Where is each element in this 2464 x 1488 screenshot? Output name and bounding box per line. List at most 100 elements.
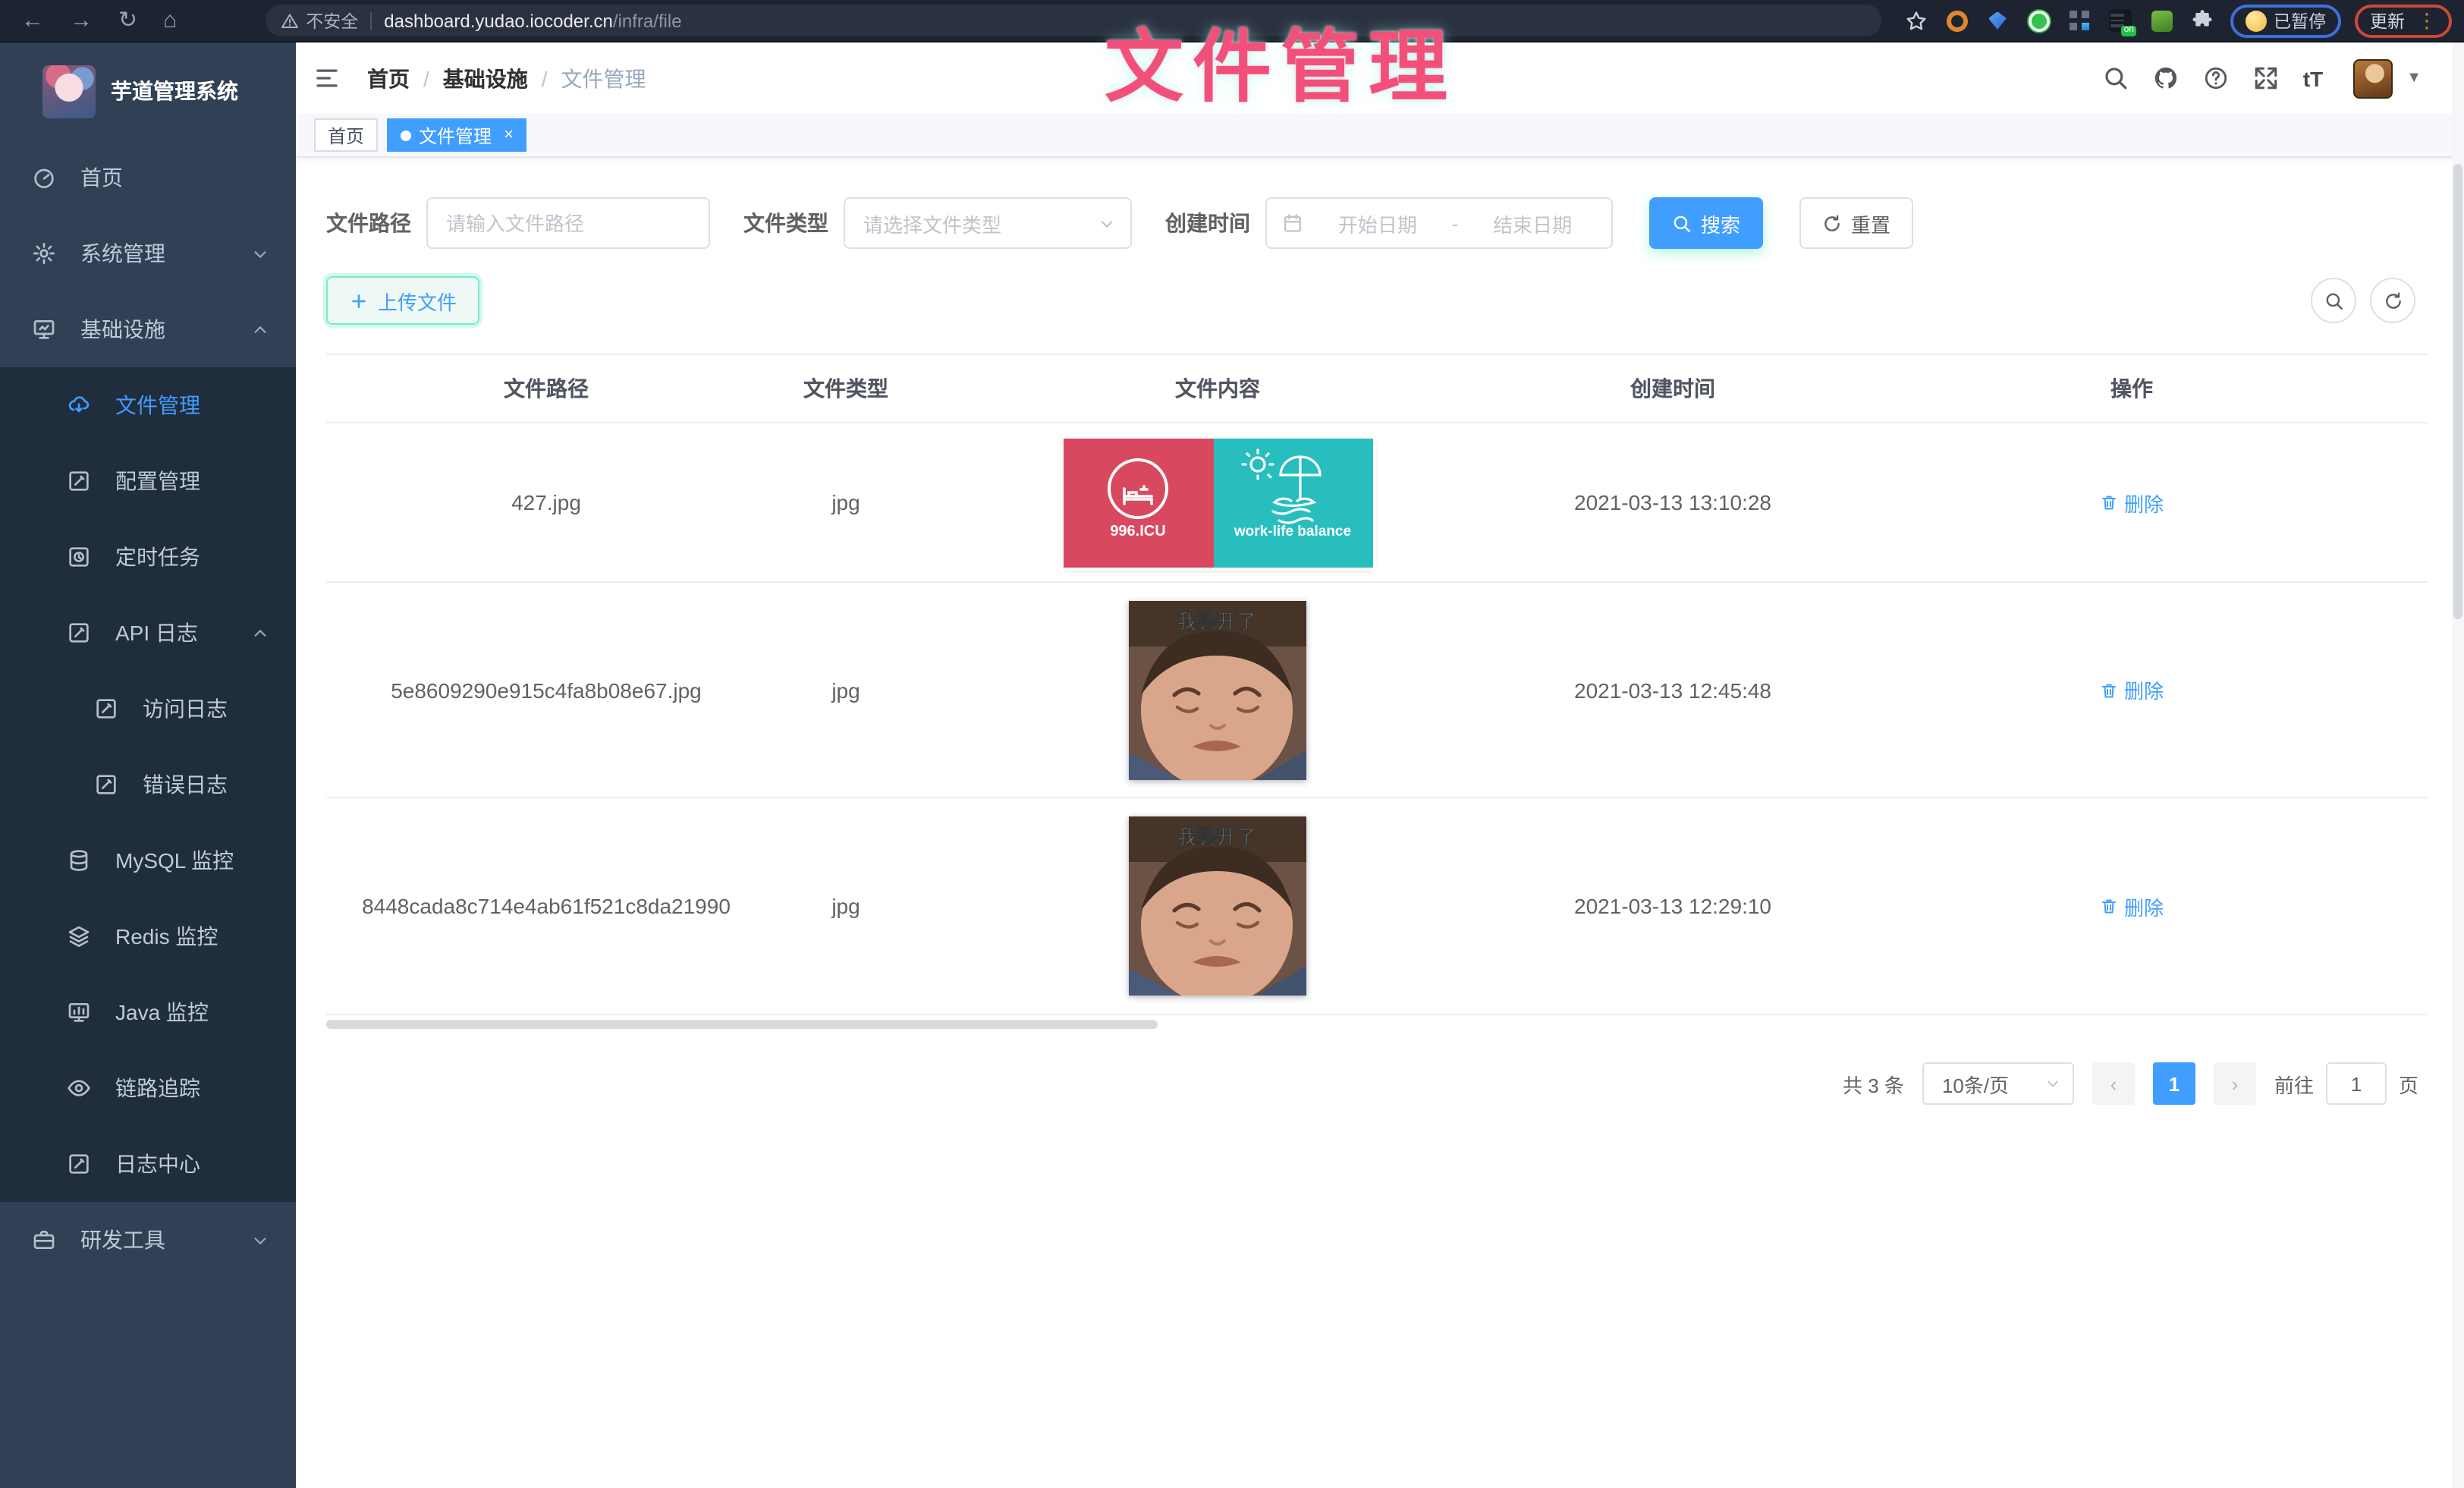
chart-monitor-icon: [67, 1000, 91, 1024]
sidebar-item-label: 文件管理: [115, 390, 200, 420]
sidebar-item-error-log[interactable]: 错误日志: [0, 747, 296, 823]
browser-menu-icon[interactable]: ⋮: [2417, 11, 2437, 30]
file-preview-996-banner[interactable]: 996.ICU work-life balance: [1063, 438, 1372, 567]
date-range-picker[interactable]: 开始日期 - 结束日期: [1265, 197, 1613, 249]
page-size-select[interactable]: 10条/页: [1922, 1062, 2074, 1105]
fullscreen-icon[interactable]: [2253, 65, 2279, 91]
sidebar-item-dev-tools[interactable]: 研发工具: [0, 1202, 296, 1278]
refresh-table-button[interactable]: [2370, 278, 2415, 323]
sidebar-item-mysql[interactable]: MySQL 监控: [0, 823, 296, 898]
chevron-up-icon: [252, 624, 269, 641]
reset-button[interactable]: 重置: [1799, 197, 1913, 249]
path-label: 文件路径: [326, 208, 411, 238]
cell-actions: 删除: [1836, 675, 2428, 704]
tag-home[interactable]: 首页: [314, 118, 378, 152]
file-path-input[interactable]: [428, 199, 709, 247]
sidebar-item-system[interactable]: 系统管理: [0, 215, 296, 291]
caret-down-icon: ▼: [2406, 70, 2422, 87]
delete-button[interactable]: 删除: [2100, 892, 2164, 920]
time-label: 创建时间: [1165, 208, 1250, 238]
extension-grid-icon[interactable]: [2066, 7, 2093, 34]
reload-icon[interactable]: ↻: [118, 9, 137, 32]
table-row: 427.jpg jpg 996.ICU: [326, 423, 2428, 583]
cell-file-path: 5e8609290e915c4fa8b08e67.jpg: [326, 678, 766, 702]
sidebar-submenu-infra: 文件管理 配置管理 定时任务 API 日志 访问日志 错误日志: [0, 367, 296, 1202]
user-menu[interactable]: ▼: [2353, 58, 2422, 98]
col-header-actions: 操作: [1836, 373, 2428, 404]
security-status[interactable]: 不安全: [280, 8, 358, 33]
github-icon[interactable]: [2153, 65, 2179, 91]
breadcrumb: 首页 / 基础设施 / 文件管理: [367, 63, 646, 93]
extension-green-icon[interactable]: [2025, 7, 2052, 34]
avatar[interactable]: [2353, 58, 2393, 98]
search-icon[interactable]: [2103, 65, 2129, 91]
file-preview-baby-meme[interactable]: 我裂开了: [1129, 816, 1306, 996]
sidebar-item-file-manage[interactable]: 文件管理: [0, 367, 296, 443]
browser-update-chip[interactable]: 更新 ⋮: [2355, 4, 2452, 37]
pagination: 共 3 条 10条/页 ‹ 1 › 前往 页: [326, 1062, 2428, 1105]
file-type-select[interactable]: 请选择文件类型: [844, 197, 1132, 249]
profile-paused-chip[interactable]: 已暂停: [2230, 4, 2341, 37]
extension-pin-icon[interactable]: [1984, 7, 2011, 34]
sidebar-item-label: 日志中心: [115, 1149, 200, 1179]
address-bar[interactable]: 不安全 dashboard.yudao.iocoder.cn/infra/fil…: [265, 5, 1881, 36]
home-icon[interactable]: ⌂: [163, 9, 177, 32]
bookmark-star-icon[interactable]: [1902, 7, 1929, 34]
vertical-scrollbar[interactable]: [2452, 42, 2464, 1488]
sidebar-item-access-log[interactable]: 访问日志: [0, 671, 296, 747]
show-search-button[interactable]: [2311, 278, 2356, 323]
app-logo-row[interactable]: 芋道管理系统: [0, 42, 296, 140]
vertical-scrollbar-thumb[interactable]: [2453, 164, 2462, 619]
back-icon[interactable]: ←: [21, 9, 44, 32]
col-header-created: 创建时间: [1510, 373, 1836, 404]
file-preview-baby-meme[interactable]: 我裂开了: [1129, 600, 1306, 779]
help-icon[interactable]: [2203, 65, 2229, 91]
extension-dark-icon[interactable]: on: [2107, 7, 2134, 34]
page-number-button[interactable]: 1: [2153, 1062, 2195, 1105]
sidebar-item-api-log[interactable]: API 日志: [0, 595, 296, 671]
sidebar-item-config[interactable]: 配置管理: [0, 443, 296, 519]
breadcrumb-home[interactable]: 首页: [367, 63, 410, 93]
edit-icon: [94, 772, 118, 797]
search-button[interactable]: 搜索: [1649, 197, 1763, 249]
edit-icon: [67, 1152, 91, 1176]
sidebar-item-label: 首页: [80, 162, 123, 193]
upload-button-label: 上传文件: [378, 286, 457, 315]
chevron-down-icon: [1098, 215, 1115, 231]
eye-icon: [67, 1076, 91, 1100]
tag-file-manage[interactable]: 文件管理 ×: [387, 118, 527, 152]
forward-icon[interactable]: →: [70, 9, 93, 32]
sidebar-item-java[interactable]: Java 监控: [0, 974, 296, 1050]
table-tools: [2311, 278, 2415, 323]
next-page-button[interactable]: ›: [2214, 1062, 2256, 1105]
cell-actions: 删除: [1836, 892, 2428, 920]
select-placeholder: 请选择文件类型: [863, 209, 1001, 238]
sidebar-item-cron[interactable]: 定时任务: [0, 519, 296, 595]
horizontal-scrollbar-thumb[interactable]: [326, 1020, 1158, 1029]
sidebar-item-redis[interactable]: Redis 监控: [0, 898, 296, 974]
close-icon[interactable]: ×: [504, 127, 514, 143]
sidebar-item-home[interactable]: 首页: [0, 140, 296, 215]
extensions-puzzle-icon[interactable]: [2189, 7, 2216, 34]
font-size-icon[interactable]: tT: [2303, 66, 2323, 90]
sidebar-item-tracing[interactable]: 链路追踪: [0, 1050, 296, 1126]
chevron-down-icon: [2045, 1076, 2060, 1091]
prev-page-button[interactable]: ‹: [2092, 1062, 2135, 1105]
filter-form: 文件路径 文件类型 请选择文件类型 创建时间 开始日期 - 结束日期: [326, 197, 2428, 249]
timer-icon: [67, 545, 91, 569]
extension-robot-icon[interactable]: [2148, 7, 2175, 34]
delete-button[interactable]: 删除: [2100, 675, 2164, 704]
security-label: 不安全: [306, 8, 358, 33]
gear-icon: [32, 241, 56, 266]
upload-file-button[interactable]: 上传文件: [326, 276, 479, 325]
sidebar-item-infra[interactable]: 基础设施: [0, 291, 296, 367]
hamburger-icon[interactable]: [313, 65, 341, 91]
breadcrumb-infra[interactable]: 基础设施: [443, 63, 528, 93]
plus-icon: [349, 291, 369, 310]
goto-page-input[interactable]: [2326, 1062, 2387, 1105]
sidebar-item-log-center[interactable]: 日志中心: [0, 1126, 296, 1202]
col-header-path: 文件路径: [326, 373, 766, 404]
edit-icon: [94, 697, 118, 721]
delete-button[interactable]: 删除: [2100, 488, 2164, 517]
extension-orange-icon[interactable]: [1943, 7, 1970, 34]
